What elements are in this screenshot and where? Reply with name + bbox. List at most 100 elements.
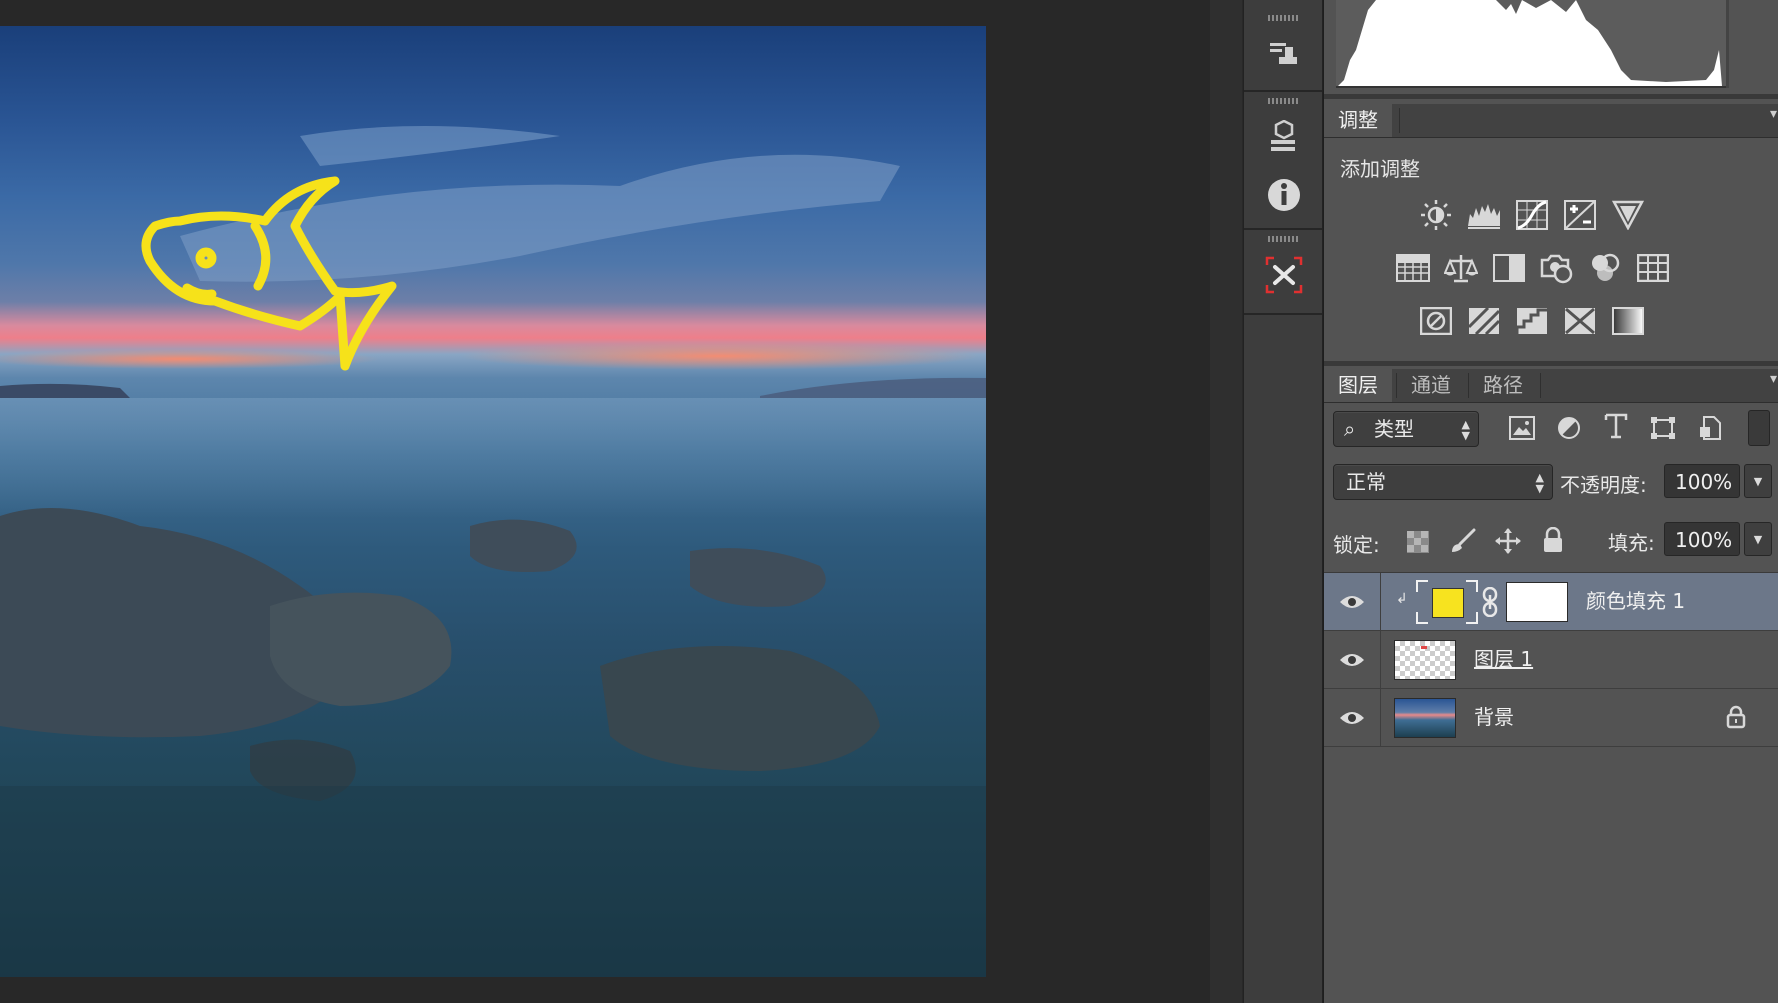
filter-kind-label: 类型 (1374, 417, 1414, 441)
layer-filter-dropdown[interactable]: ⌕ 类型 ▲ ▼ (1333, 411, 1479, 447)
sea-mist (0, 398, 986, 518)
fill-dropdown-arrow[interactable]: ▼ (1744, 522, 1772, 556)
vibrance-icon[interactable] (1611, 198, 1645, 232)
panel-menu-icon[interactable]: ▾ (1770, 106, 1777, 122)
panel-grip[interactable] (1268, 236, 1300, 242)
panel-grip[interactable] (1268, 15, 1300, 21)
lock-position-icon[interactable] (1494, 527, 1522, 555)
hue-saturation-icon[interactable] (1396, 251, 1430, 285)
tab-paths[interactable]: 路径 (1469, 369, 1537, 402)
3d-properties-icon[interactable] (1264, 117, 1304, 157)
blend-mode-dropdown[interactable]: 正常 ▲ ▼ (1333, 464, 1553, 500)
tab-channels[interactable]: 通道 (1397, 369, 1465, 402)
clone-source-icon[interactable] (1264, 34, 1304, 74)
column-separator (1244, 313, 1322, 315)
shallow-water (0, 786, 986, 977)
layer-name[interactable]: 背景 (1474, 689, 1514, 746)
tab-adjustments[interactable]: 调整 (1324, 104, 1392, 137)
lock-icon (1726, 705, 1746, 733)
tab-separator (1540, 373, 1541, 398)
canvas-scroll-gutter (1210, 0, 1242, 1003)
adjustments-tab-strip: 调整 ▾ (1324, 104, 1778, 138)
filter-smart-object-icon[interactable] (1696, 414, 1724, 442)
panel-separator (1324, 94, 1778, 99)
filter-toggle-switch[interactable] (1748, 410, 1770, 446)
brightness-contrast-icon[interactable] (1419, 198, 1453, 232)
fill-thumb-frame (1416, 580, 1478, 624)
column-separator (1244, 90, 1322, 92)
gradient-map-icon[interactable] (1611, 304, 1645, 338)
lock-all-icon[interactable] (1539, 526, 1567, 554)
seascape-photo (0, 126, 986, 977)
layer-thumb-mark (1421, 646, 1427, 649)
tool-presets-close-icon[interactable] (1264, 255, 1304, 295)
fill-input[interactable]: 100% (1664, 522, 1740, 556)
tab-layers[interactable]: 图层 (1324, 369, 1392, 402)
layers-empty-area[interactable] (1324, 750, 1778, 1003)
blend-mode-value: 正常 (1346, 470, 1386, 494)
opacity-input[interactable]: 100% (1664, 464, 1740, 498)
photo-filter-icon[interactable] (1540, 251, 1574, 285)
filter-type-icon[interactable] (1602, 412, 1630, 440)
lock-label: 锁定: (1333, 533, 1380, 557)
layer-mask-thumb[interactable] (1506, 582, 1568, 622)
dropdown-arrows-icon: ▲ ▼ (1461, 418, 1470, 442)
opacity-label: 不透明度: (1560, 473, 1647, 497)
column-separator (1244, 228, 1322, 230)
layer-row-color-fill[interactable]: ↲ 颜色填充 1 (1324, 573, 1778, 631)
filter-adjustment-icon[interactable] (1555, 414, 1583, 442)
search-icon: ⌕ (1344, 417, 1356, 441)
cloud-wisp (300, 126, 560, 166)
background-thumb[interactable] (1394, 698, 1456, 738)
panel-menu-icon[interactable]: ▾ (1770, 371, 1777, 387)
distant-mountains (760, 377, 986, 398)
fill-label: 填充: (1608, 531, 1655, 555)
threshold-icon[interactable] (1515, 304, 1549, 338)
visibility-eye-icon[interactable] (1324, 573, 1381, 630)
panel-separator (1324, 361, 1778, 366)
info-icon[interactable] (1264, 175, 1304, 215)
document-image[interactable] (0, 26, 986, 977)
color-lookup-icon[interactable] (1636, 251, 1670, 285)
black-white-icon[interactable] (1492, 251, 1526, 285)
rock-mid-left (270, 592, 452, 706)
channel-mixer-icon[interactable] (1588, 251, 1622, 285)
cloud-band (180, 154, 900, 282)
posterize-icon[interactable] (1467, 304, 1501, 338)
levels-icon[interactable] (1467, 198, 1501, 232)
exposure-icon[interactable] (1563, 198, 1597, 232)
layer-thumb[interactable] (1394, 640, 1456, 680)
panel-icon-column (1243, 0, 1323, 1003)
layers-tab-strip: 图层 通道 路径 ▾ (1324, 369, 1778, 403)
lock-transparent-pixels-icon[interactable] (1404, 528, 1432, 556)
sunset-glow-left (0, 349, 380, 369)
fill-color-swatch[interactable] (1432, 588, 1464, 618)
opacity-dropdown-arrow[interactable]: ▼ (1744, 464, 1772, 498)
sunset-glow (460, 342, 980, 370)
canvas-area[interactable] (0, 0, 1210, 1003)
right-panel: 调整 ▾ 添加调整 图层 通道 路径 ▾ ⌕ 类型 ▲ ▼ 正常 ▲ ▼ 不透明… (1323, 0, 1778, 1003)
filter-pixel-icon[interactable] (1508, 414, 1536, 442)
panel-grip[interactable] (1268, 98, 1300, 104)
layer-name[interactable]: 图层 1 (1474, 631, 1533, 688)
layer-name[interactable]: 颜色填充 1 (1586, 573, 1685, 630)
layer-row-background[interactable]: 背景 (1324, 689, 1778, 747)
curves-icon[interactable] (1515, 198, 1549, 232)
tab-separator (1399, 108, 1400, 133)
visibility-eye-icon[interactable] (1324, 689, 1381, 746)
filter-shape-icon[interactable] (1649, 414, 1677, 442)
clipping-mask-icon: ↲ (1396, 591, 1408, 607)
dropdown-arrows-icon: ▲ ▼ (1535, 471, 1544, 495)
rock-center (600, 646, 880, 771)
lock-image-pixels-icon[interactable] (1449, 527, 1477, 555)
invert-icon[interactable] (1419, 304, 1453, 338)
visibility-eye-icon[interactable] (1324, 631, 1381, 688)
distant-headland (0, 383, 130, 398)
color-balance-icon[interactable] (1444, 251, 1478, 285)
link-icon[interactable] (1482, 586, 1498, 621)
rock-small (470, 519, 577, 572)
adjustments-title: 添加调整 (1340, 157, 1420, 181)
histogram-graph (1336, 0, 1729, 88)
selective-color-icon[interactable] (1563, 304, 1597, 338)
layer-row-layer-1[interactable]: 图层 1 (1324, 631, 1778, 689)
